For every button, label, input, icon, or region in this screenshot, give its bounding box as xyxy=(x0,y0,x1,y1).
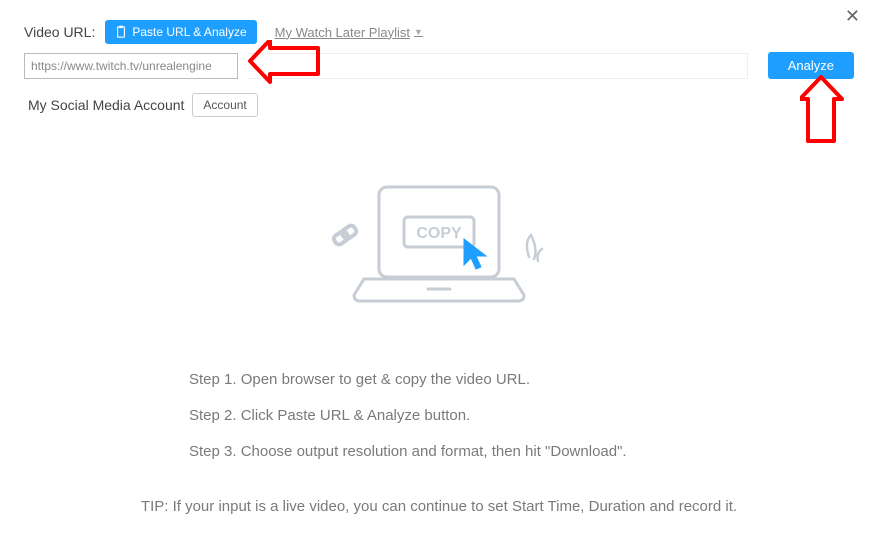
instruction-illustration: COPY xyxy=(0,177,878,322)
paste-button-label: Paste URL & Analyze xyxy=(132,25,246,39)
social-account-label: My Social Media Account xyxy=(28,97,184,113)
analyze-button[interactable]: Analyze xyxy=(768,52,854,79)
top-row: Video URL: Paste URL & Analyze My Watch … xyxy=(0,0,878,52)
instruction-steps: Step 1. Open browser to get & copy the v… xyxy=(189,362,689,470)
chevron-down-icon: ▼ xyxy=(414,27,423,37)
account-button[interactable]: Account xyxy=(192,93,257,117)
url-input-row: Analyze xyxy=(0,52,878,79)
tip-text: TIP: If your input is a live video, you … xyxy=(0,498,878,515)
step-3: Step 3. Choose output resolution and for… xyxy=(189,434,689,470)
watch-later-playlist-link[interactable]: My Watch Later Playlist ▼ xyxy=(275,25,423,40)
video-url-input[interactable] xyxy=(24,53,238,79)
copy-label: COPY xyxy=(416,225,462,242)
account-row: My Social Media Account Account xyxy=(0,79,878,117)
video-url-label: Video URL: xyxy=(24,24,95,40)
step-1: Step 1. Open browser to get & copy the v… xyxy=(189,362,689,398)
url-bar-extension xyxy=(248,53,748,79)
clipboard-icon xyxy=(115,25,127,39)
playlist-link-label: My Watch Later Playlist xyxy=(275,25,410,40)
step-2: Step 2. Click Paste URL & Analyze button… xyxy=(189,398,689,434)
close-button[interactable]: ✕ xyxy=(839,4,866,29)
close-icon: ✕ xyxy=(845,6,860,26)
paste-url-analyze-button[interactable]: Paste URL & Analyze xyxy=(105,20,256,44)
